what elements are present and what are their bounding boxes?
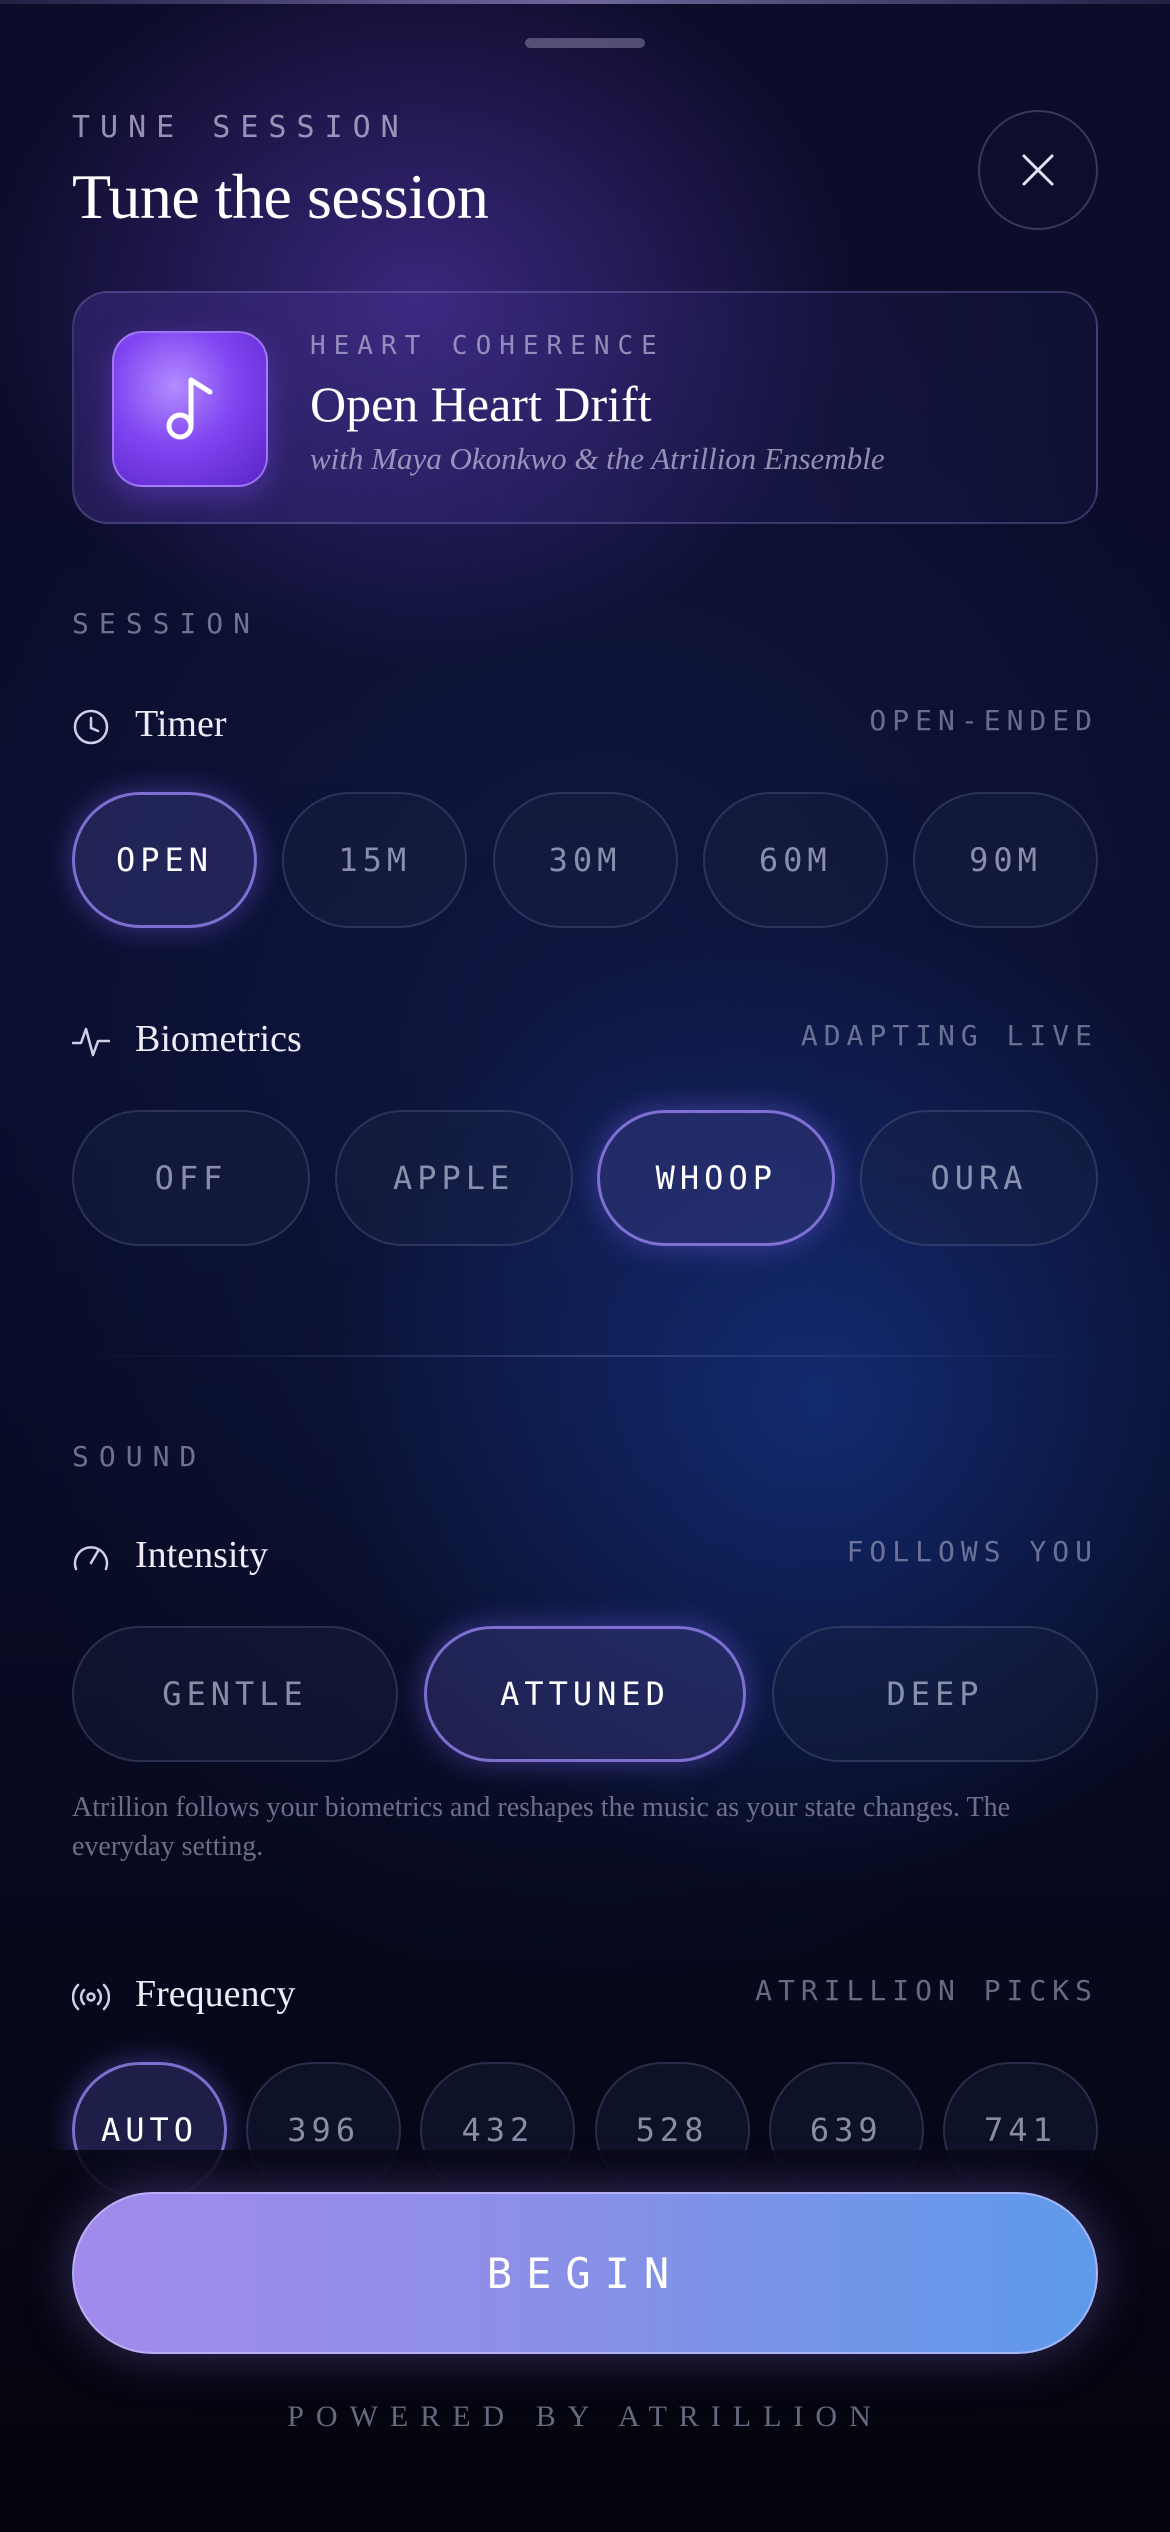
intensity-row-header: Intensity FOLLOWS YOU <box>72 1533 1098 1583</box>
sheet-grabber[interactable] <box>525 38 645 48</box>
close-button[interactable] <box>978 110 1098 230</box>
close-icon <box>1022 154 1054 186</box>
timer-row-header: Timer OPEN-ENDED <box>72 702 1098 752</box>
biometrics-row-header: Biometrics ADAPTING LIVE <box>72 1017 1098 1067</box>
biometrics-option-oura[interactable]: OURA <box>859 1110 1098 1246</box>
pulse-icon <box>72 1027 110 1057</box>
timer-option-15m[interactable]: 15M <box>282 792 468 928</box>
frequency-label: Frequency <box>135 1973 296 2015</box>
timer-options: OPEN 15M 30M 60M 90M <box>72 792 1098 928</box>
biometrics-options: OFF APPLE WHOOP OURA <box>72 1110 1098 1246</box>
intensity-option-deep[interactable]: DEEP <box>772 1626 1098 1762</box>
music-note-icon <box>166 377 213 440</box>
intensity-status: FOLLOWS YOU <box>846 1535 1098 1568</box>
page-title: Tune the session <box>72 161 489 232</box>
powered-by-label: POWERED BY ATRILLION <box>287 2400 883 2433</box>
section-divider <box>72 1355 1098 1357</box>
intensity-label: Intensity <box>135 1534 268 1576</box>
timer-option-90m[interactable]: 90M <box>913 792 1098 928</box>
intensity-helper-text: Atrillion follows your biometrics and re… <box>72 1792 1011 1862</box>
section-label-session: SESSION <box>72 607 261 640</box>
frequency-row-header: Frequency ATRILLION PICKS <box>72 1972 1098 2022</box>
biometrics-option-whoop[interactable]: WHOOP <box>597 1110 836 1246</box>
biometrics-option-apple[interactable]: APPLE <box>334 1110 573 1246</box>
track-card[interactable]: HEART COHERENCE Open Heart Drift with Ma… <box>72 291 1098 524</box>
begin-button[interactable]: BEGIN <box>72 2192 1098 2354</box>
album-art <box>112 331 268 487</box>
track-category: HEART COHERENCE <box>310 331 665 361</box>
biometrics-option-off[interactable]: OFF <box>72 1110 310 1246</box>
timer-status: OPEN-ENDED <box>869 704 1098 737</box>
intensity-option-gentle[interactable]: GENTLE <box>72 1626 398 1762</box>
intensity-option-attuned[interactable]: ATTUNED <box>424 1626 746 1762</box>
biometrics-label: Biometrics <box>135 1018 302 1060</box>
timer-option-60m[interactable]: 60M <box>702 792 888 928</box>
biometrics-status: ADAPTING LIVE <box>800 1019 1098 1052</box>
timer-option-open[interactable]: OPEN <box>72 792 257 928</box>
sheet-eyebrow: TUNE SESSION <box>72 110 409 145</box>
intensity-options: GENTLE ATTUNED DEEP <box>72 1626 1098 1762</box>
track-artist: with Maya Okonkwo & the Atrillion Ensemb… <box>310 441 885 476</box>
section-label-sound: SOUND <box>72 1440 207 1473</box>
track-title: Open Heart Drift <box>310 376 652 432</box>
timer-option-30m[interactable]: 30M <box>492 792 678 928</box>
top-edge-line <box>0 0 1170 4</box>
clock-icon <box>73 709 109 745</box>
broadcast-icon <box>72 1983 110 2011</box>
gauge-icon <box>73 1546 109 1571</box>
timer-label: Timer <box>135 703 227 745</box>
frequency-status: ATRILLION PICKS <box>755 1974 1098 2007</box>
